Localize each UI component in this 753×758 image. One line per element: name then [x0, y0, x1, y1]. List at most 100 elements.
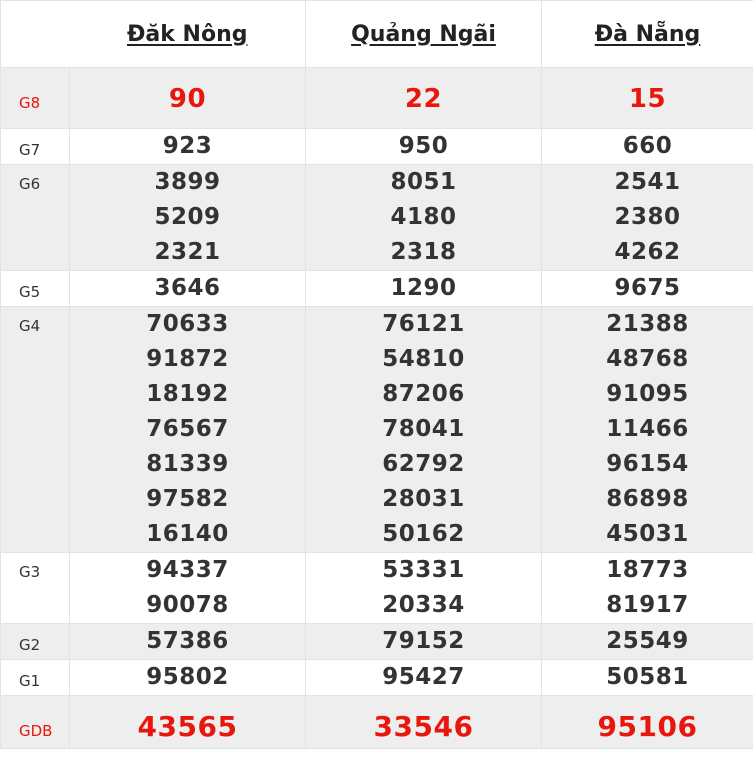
prize-cell: 25549: [542, 624, 753, 660]
prize-number: 33546: [306, 696, 541, 748]
prize-label: G3: [1, 553, 70, 624]
header-row: Đăk Nông Quảng Ngãi Đà Nẵng: [1, 1, 753, 68]
prize-number: 79152: [306, 624, 541, 659]
prize-cell: 3646: [70, 271, 306, 307]
prize-number: 2541: [542, 165, 753, 200]
prize-number: 22: [306, 68, 541, 128]
prize-cell: 95802: [70, 660, 306, 696]
prize-number: 95427: [306, 660, 541, 695]
prize-cell: 50581: [542, 660, 753, 696]
prize-cell: 95106: [542, 696, 753, 749]
province-link[interactable]: Đăk Nông: [127, 22, 248, 47]
prize-number: 48768: [542, 342, 753, 377]
prize-cell: 9675: [542, 271, 753, 307]
prize-label: G6: [1, 165, 70, 271]
prize-row-g8: G8 90 22 15: [1, 68, 753, 129]
prize-cell: 94337 90078: [70, 553, 306, 624]
prize-number: 18773: [542, 553, 753, 588]
prize-cell: 21388 48768 91095 11466 96154 86898 4503…: [542, 307, 753, 553]
prize-number: 50581: [542, 660, 753, 695]
prize-cell: 2541 2380 4262: [542, 165, 753, 271]
prize-cell: 95427: [306, 660, 542, 696]
prize-cell: 90: [70, 68, 306, 129]
prize-number: 5209: [70, 200, 305, 235]
prize-number: 95802: [70, 660, 305, 695]
prize-number: 81339: [70, 447, 305, 482]
prize-cell: 57386: [70, 624, 306, 660]
prize-number: 87206: [306, 377, 541, 412]
prize-number: 91095: [542, 377, 753, 412]
prize-number: 90: [70, 68, 305, 128]
prize-cell: 660: [542, 129, 753, 165]
prize-number: 2321: [70, 235, 305, 270]
prize-number: 4180: [306, 200, 541, 235]
prize-cell: 70633 91872 18192 76567 81339 97582 1614…: [70, 307, 306, 553]
prize-number: 76567: [70, 412, 305, 447]
prize-number: 16140: [70, 517, 305, 552]
prize-label: G2: [1, 624, 70, 660]
prize-number: 21388: [542, 307, 753, 342]
prize-label: G5: [1, 271, 70, 307]
prize-row-g5: G5 3646 1290 9675: [1, 271, 753, 307]
prize-number: 43565: [70, 696, 305, 748]
prize-number: 70633: [70, 307, 305, 342]
province-link[interactable]: Đà Nẵng: [595, 22, 701, 47]
prize-number: 86898: [542, 482, 753, 517]
prize-number: 8051: [306, 165, 541, 200]
prize-row-g6: G6 3899 5209 2321 8051 4180 2318 2541 23…: [1, 165, 753, 271]
prize-number: 45031: [542, 517, 753, 552]
prize-number: 95106: [542, 696, 753, 748]
prize-number: 2318: [306, 235, 541, 270]
prize-number: 15: [542, 68, 753, 128]
province-header-2[interactable]: Quảng Ngãi: [306, 1, 542, 68]
prize-row-g1: G1 95802 95427 50581: [1, 660, 753, 696]
prize-number: 97582: [70, 482, 305, 517]
prize-label: G8: [1, 68, 70, 129]
prize-number: 50162: [306, 517, 541, 552]
prize-number: 3899: [70, 165, 305, 200]
prize-number: 53331: [306, 553, 541, 588]
prize-number: 57386: [70, 624, 305, 659]
prize-label: G4: [1, 307, 70, 553]
prize-number: 20334: [306, 588, 541, 623]
prize-row-gdb: GDB 43565 33546 95106: [1, 696, 753, 749]
prize-cell: 53331 20334: [306, 553, 542, 624]
prize-number: 1290: [306, 271, 541, 306]
prize-cell: 923: [70, 129, 306, 165]
prize-number: 2380: [542, 200, 753, 235]
prize-number: 62792: [306, 447, 541, 482]
prize-number: 660: [542, 129, 753, 164]
prize-label: G1: [1, 660, 70, 696]
prize-number: 81917: [542, 588, 753, 623]
province-header-3[interactable]: Đà Nẵng: [542, 1, 753, 68]
prize-number: 78041: [306, 412, 541, 447]
prize-number: 25549: [542, 624, 753, 659]
prize-number: 923: [70, 129, 305, 164]
prize-row-g7: G7 923 950 660: [1, 129, 753, 165]
prize-number: 94337: [70, 553, 305, 588]
prize-label: GDB: [1, 696, 70, 749]
prize-number: 90078: [70, 588, 305, 623]
prize-row-g3: G3 94337 90078 53331 20334 18773 81917: [1, 553, 753, 624]
prize-cell: 3899 5209 2321: [70, 165, 306, 271]
prize-number: 18192: [70, 377, 305, 412]
prize-number: 3646: [70, 271, 305, 306]
province-link[interactable]: Quảng Ngãi: [351, 22, 496, 47]
prize-cell: 15: [542, 68, 753, 129]
prize-number: 4262: [542, 235, 753, 270]
prize-cell: 950: [306, 129, 542, 165]
prize-cell: 1290: [306, 271, 542, 307]
province-header-1[interactable]: Đăk Nông: [70, 1, 306, 68]
prize-number: 96154: [542, 447, 753, 482]
prize-number: 28031: [306, 482, 541, 517]
prize-cell: 22: [306, 68, 542, 129]
prize-number: 54810: [306, 342, 541, 377]
prize-row-g2: G2 57386 79152 25549: [1, 624, 753, 660]
prize-number: 11466: [542, 412, 753, 447]
prize-cell: 43565: [70, 696, 306, 749]
corner-cell: [1, 1, 70, 68]
prize-row-g4: G4 70633 91872 18192 76567 81339 97582 1…: [1, 307, 753, 553]
prize-cell: 33546: [306, 696, 542, 749]
prize-number: 91872: [70, 342, 305, 377]
prize-number: 950: [306, 129, 541, 164]
